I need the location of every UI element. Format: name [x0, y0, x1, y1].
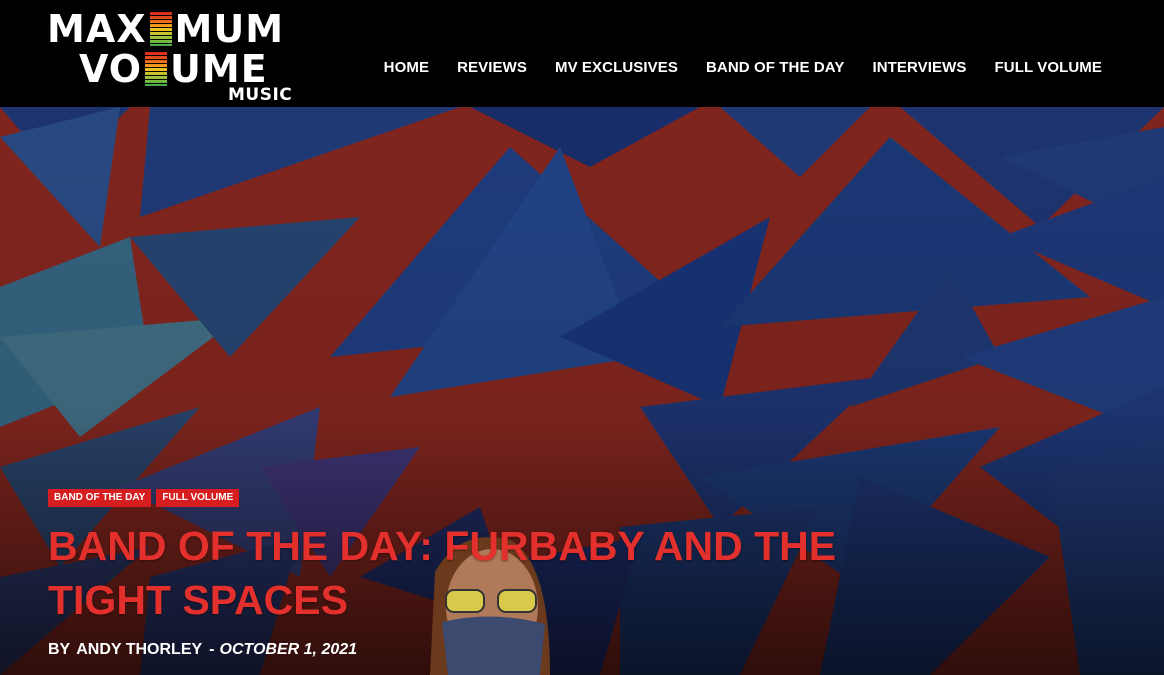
tag-band-of-the-day[interactable]: BAND OF THE DAY: [48, 489, 152, 507]
byline-separator: -: [209, 641, 215, 658]
nav-full-volume[interactable]: FULL VOLUME: [995, 59, 1102, 76]
author-link[interactable]: ANDY THORLEY: [76, 641, 202, 659]
logo-line-2: VO UME: [79, 50, 268, 88]
main-nav: HOME REVIEWS MV EXCLUSIVES BAND OF THE D…: [356, 59, 1102, 76]
logo-text: MAX: [47, 7, 147, 51]
logo-line-1: MAX MUM: [47, 10, 284, 48]
nav-interviews[interactable]: INTERVIEWS: [872, 59, 966, 76]
nav-band-of-the-day[interactable]: BAND OF THE DAY: [706, 59, 844, 76]
logo-text: VO: [79, 47, 143, 91]
nav-home[interactable]: HOME: [384, 59, 429, 76]
nav-mv-exclusives[interactable]: MV EXCLUSIVES: [555, 59, 678, 76]
logo-text: MUM: [174, 7, 285, 51]
nav-reviews[interactable]: REVIEWS: [457, 59, 527, 76]
byline-prefix: BY: [48, 641, 71, 658]
publish-date: OCTOBER 1, 2021: [219, 641, 358, 658]
site-logo[interactable]: MAX MUM VO UME MUSIC: [47, 6, 303, 106]
logo-text: UME: [170, 47, 268, 91]
article-byline: BY ANDY THORLEY - OCTOBER 1, 2021: [48, 641, 357, 659]
equalizer-icon: [149, 12, 172, 46]
hero-image[interactable]: BAND OF THE DAY FULL VOLUME BAND OF THE …: [0, 107, 1164, 675]
logo-subtitle: MUSIC: [228, 85, 293, 105]
tag-full-volume[interactable]: FULL VOLUME: [156, 489, 240, 507]
equalizer-icon: [145, 52, 168, 86]
category-tags: BAND OF THE DAY FULL VOLUME: [48, 489, 240, 507]
article-title: BAND OF THE DAY: FURBABY AND THE TIGHT S…: [48, 523, 837, 623]
site-header: MAX MUM VO UME MUSIC HOME REVIEWS MV EXC…: [0, 0, 1164, 107]
